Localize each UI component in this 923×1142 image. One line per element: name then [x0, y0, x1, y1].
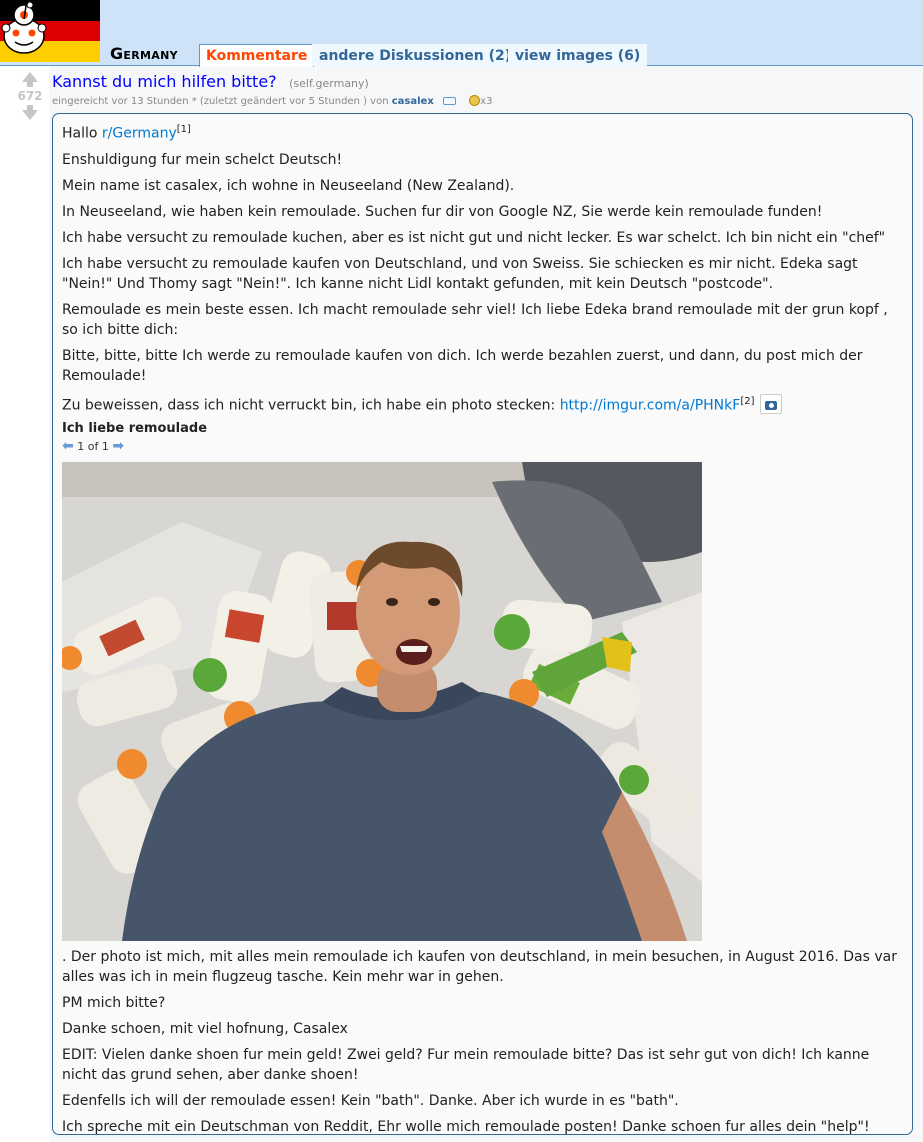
- camera-icon[interactable]: [760, 394, 783, 415]
- prev-arrow-icon[interactable]: ⬅: [62, 438, 74, 454]
- vote-box: 672: [13, 72, 47, 120]
- paragraph: Ich habe versucht zu remoulade kaufen vo…: [62, 255, 858, 292]
- tab-view-images[interactable]: view images (6): [508, 44, 648, 66]
- paragraph: . Der photo ist mich, mit alles mein rem…: [62, 949, 897, 986]
- gilded-count: x3: [480, 96, 493, 107]
- downvote-arrow-icon[interactable]: [13, 105, 47, 120]
- upvote-arrow-icon[interactable]: [13, 72, 47, 87]
- paragraph: Bitte, bitte, bitte Ich werde zu remoula…: [62, 347, 863, 384]
- paragraph: Mein name ist casalex, ich wohne in Neus…: [62, 177, 515, 194]
- footnote-ref[interactable]: [2]: [740, 396, 754, 407]
- album-title: Ich liebe remoulade: [62, 421, 208, 437]
- subreddit-name[interactable]: Germany: [110, 44, 178, 63]
- remoulade-photo[interactable]: [62, 462, 702, 942]
- header: Germany Kommentare andere Diskussionen (…: [0, 0, 923, 67]
- imgur-link[interactable]: http://imgur.com/a/PHNkF: [560, 397, 741, 413]
- paragraph: Ich spreche mit ein Deutschman von Reddi…: [62, 1119, 870, 1136]
- reddit-germany-logo[interactable]: [0, 0, 100, 62]
- submitted-text: eingereicht vor 13 Stunden * (zuletzt ge…: [52, 96, 389, 107]
- paragraph: PM mich bitte?: [62, 995, 166, 1012]
- tab-other-discussions[interactable]: andere Diskussionen (2): [312, 44, 519, 66]
- post-score: 672: [17, 89, 43, 103]
- paragraph: Enshuldigung fur mein schelct Deutsch!: [62, 151, 343, 168]
- proof-paragraph: Zu beweissen, dass ich nicht verruckt bi…: [62, 392, 903, 416]
- tag-icon[interactable]: [442, 97, 456, 105]
- post-domain[interactable]: (self.germany): [289, 77, 369, 90]
- tab-comments[interactable]: Kommentare: [199, 44, 315, 67]
- gold-icon: [469, 95, 481, 106]
- author-link[interactable]: casalex: [392, 96, 434, 107]
- paragraph: Ich habe versucht zu remoulade kuchen, a…: [62, 229, 886, 246]
- footnote-ref[interactable]: [1]: [177, 124, 191, 135]
- paragraph: Edenfells ich will der remoulade essen! …: [62, 1093, 679, 1110]
- paragraph: Danke schoen, mit viel hofnung, Casalex: [62, 1021, 348, 1038]
- subreddit-link[interactable]: r/Germany: [102, 126, 177, 142]
- next-arrow-icon[interactable]: ➡: [112, 438, 124, 454]
- post-body: Hallo r/Germany[1] Enshuldigung fur mein…: [52, 113, 913, 1135]
- paragraph: EDIT: Vielen danke shoen fur mein geld! …: [62, 1047, 870, 1084]
- album-counter: 1 of 1: [77, 440, 109, 454]
- paragraph: Remoulade es mein beste essen. Ich macht…: [62, 301, 888, 338]
- album-nav: ⬅ 1 of 1 ➡: [62, 438, 903, 454]
- post-title-row: Kannst du mich hilfen bitte? (self.germa…: [52, 72, 369, 91]
- post-tagline: eingereicht vor 13 Stunden * (zuletzt ge…: [52, 95, 492, 107]
- greeting: Hallo r/Germany[1]: [62, 124, 191, 142]
- post-title[interactable]: Kannst du mich hilfen bitte?: [52, 72, 277, 91]
- paragraph: In Neuseeland, wie haben kein remoulade.…: [62, 203, 823, 220]
